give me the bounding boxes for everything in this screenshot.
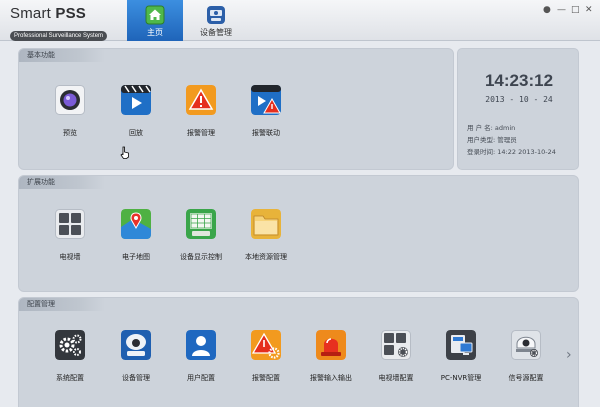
tile-alarm-io-label: 报警输入输出 <box>310 374 352 382</box>
restore-icon[interactable]: □ <box>571 5 580 15</box>
tile-user-config[interactable]: 用户配置 <box>166 330 236 383</box>
login-time-row: 登录时间: 14:22 2013-10-24 <box>467 146 556 156</box>
tile-display-control[interactable]: 设备显示控制 <box>166 209 236 262</box>
tile-pc-nvr-label: PC-NVR管理 <box>440 374 482 382</box>
app-tagline: Professional Surveillance System <box>10 31 108 41</box>
tab-device-label: 设备管理 <box>200 28 232 37</box>
tile-tv-wall-label: 电视墙 <box>59 253 81 261</box>
home-icon <box>145 5 165 25</box>
system-config-icon <box>55 330 85 360</box>
tile-tv-wall-config-label: 电视墙配置 <box>378 374 414 382</box>
config-management-panel: 配置管理 系统配置 设备管理 用户配置 报警配置 报警输入输出 电视墙配置 PC… <box>18 297 579 407</box>
tile-alarm-link[interactable]: 报警联动 <box>231 85 301 138</box>
user-name-value: admin <box>494 124 516 132</box>
minimize-icon[interactable]: — <box>557 5 566 15</box>
tile-preview-label: 预览 <box>63 129 77 137</box>
tile-system-config[interactable]: 系统配置 <box>35 330 105 383</box>
tile-tv-wall[interactable]: 电视墙 <box>35 209 105 262</box>
tv-wall-icon <box>55 209 85 239</box>
display-control-icon <box>186 209 216 239</box>
emap-icon <box>121 209 151 239</box>
tab-home[interactable]: 主页 <box>127 0 183 41</box>
user-name-label: 用 户 名: <box>467 124 493 132</box>
config-management-title: 配置管理 <box>19 298 105 311</box>
pc-nvr-icon <box>446 330 476 360</box>
user-type-row: 用户类型: 管理员 <box>467 134 517 144</box>
mouse-cursor-icon <box>120 146 129 159</box>
tile-display-control-label: 设备显示控制 <box>180 253 222 261</box>
tile-device-manage[interactable]: 设备管理 <box>101 330 171 383</box>
playback-icon <box>121 85 151 115</box>
user-config-icon <box>186 330 216 360</box>
tv-wall-config-icon <box>381 330 411 360</box>
tab-home-label: 主页 <box>147 28 163 37</box>
device-manage-icon <box>121 330 151 360</box>
app-name-regular: Smart <box>10 5 56 22</box>
tile-tv-wall-config[interactable]: 电视墙配置 <box>361 330 431 383</box>
user-type-value: 管理员 <box>497 136 517 144</box>
tile-alarm-manage-label: 报警管理 <box>187 129 215 137</box>
clock-panel: 14:23:12 2013 - 10 - 24 用 户 名: admin 用户类… <box>457 48 579 170</box>
tile-signal-source[interactable]: 信号源配置 <box>491 330 561 383</box>
local-resource-icon <box>251 209 281 239</box>
extended-functions-title: 扩展功能 <box>19 176 105 189</box>
clock-date: 2013 - 10 - 24 <box>485 95 553 104</box>
extended-functions-panel: 扩展功能 电视墙 电子地图 设备显示控制 本地资源管理 <box>18 175 579 292</box>
alarm-io-icon <box>316 330 346 360</box>
tile-alarm-config-label: 报警配置 <box>252 374 280 382</box>
tile-local-resource[interactable]: 本地资源管理 <box>231 209 301 262</box>
app-name-bold: PSS <box>55 5 86 22</box>
tile-alarm-link-label: 报警联动 <box>252 129 280 137</box>
tile-local-resource-label: 本地资源管理 <box>245 253 287 261</box>
user-name-row: 用 户 名: admin <box>467 122 515 132</box>
title-bar: Smart PSS Professional Surveillance Syst… <box>0 0 600 41</box>
app-brand: Smart PSS Professional Surveillance Syst… <box>10 6 108 41</box>
tile-signal-source-label: 信号源配置 <box>508 374 544 382</box>
tile-playback-label: 回放 <box>129 129 143 137</box>
alarm-manage-icon <box>186 85 216 115</box>
device-manager-icon <box>207 6 225 24</box>
close-icon[interactable]: ✕ <box>585 5 593 15</box>
tab-device-manager[interactable]: 设备管理 <box>186 0 246 41</box>
basic-functions-title: 基本功能 <box>19 49 105 62</box>
tile-alarm-config[interactable]: 报警配置 <box>231 330 301 383</box>
alarm-config-icon <box>251 330 281 360</box>
login-time-value: 14:22 2013-10-24 <box>497 148 556 156</box>
tile-device-manage-label: 设备管理 <box>122 374 150 382</box>
tile-alarm-manage[interactable]: 报警管理 <box>166 85 236 138</box>
tile-emap[interactable]: 电子地图 <box>101 209 171 262</box>
tile-emap-label: 电子地图 <box>122 253 150 261</box>
basic-functions-panel: 基本功能 预览 回放 报警管理 报警联动 <box>18 48 454 170</box>
signal-source-icon <box>511 330 541 360</box>
tile-system-config-label: 系统配置 <box>56 374 84 382</box>
tile-pc-nvr[interactable]: PC-NVR管理 <box>426 330 496 383</box>
tile-alarm-io[interactable]: 报警输入输出 <box>296 330 366 383</box>
lock-icon[interactable]: ● <box>543 5 551 15</box>
clock-time: 14:23:12 <box>484 71 554 90</box>
alarm-link-icon <box>251 85 281 115</box>
tile-preview[interactable]: 预览 <box>35 85 105 138</box>
tile-playback[interactable]: 回放 <box>101 85 171 138</box>
user-type-label: 用户类型: <box>467 136 496 144</box>
preview-camera-icon <box>55 85 85 115</box>
next-page-arrow[interactable]: › <box>566 347 572 363</box>
tile-user-config-label: 用户配置 <box>187 374 215 382</box>
app-name: Smart PSS <box>10 6 107 22</box>
login-time-label: 登录时间: <box>467 148 496 156</box>
